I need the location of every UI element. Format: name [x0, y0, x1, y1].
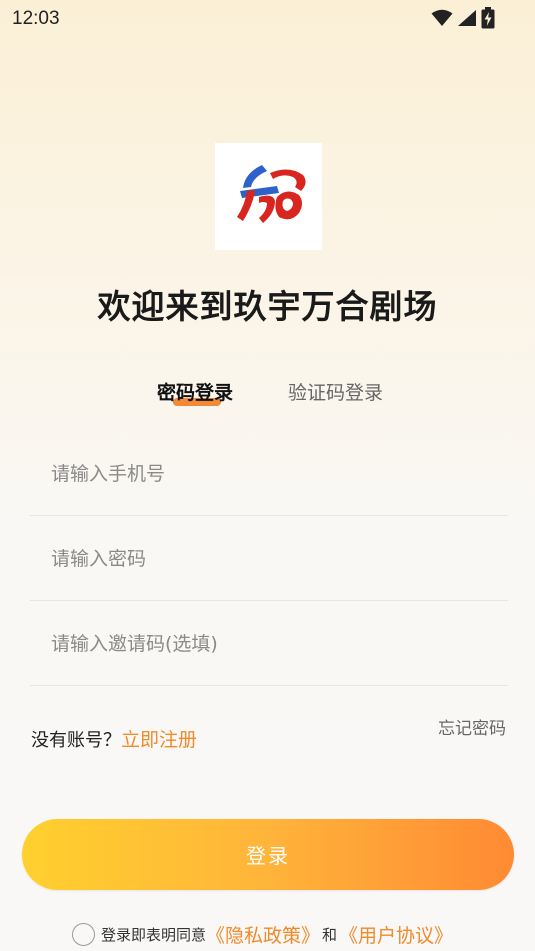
invite-code-input[interactable] — [51, 626, 491, 662]
agreement-prefix: 登录即表明同意 — [101, 925, 207, 944]
tab-password-login-label: 密码登录 — [157, 382, 234, 404]
welcome-title: 欢迎来到玖宇万合剧场 — [97, 287, 438, 326]
cellular-signal-icon — [458, 10, 476, 26]
status-bar: 12:03 — [0, 0, 535, 38]
agreement-checkbox[interactable] — [72, 922, 95, 946]
phone-input[interactable] — [51, 456, 491, 492]
register-link[interactable]: 立即注册 — [121, 729, 197, 751]
battery-charging-icon — [481, 7, 495, 29]
register-prompt-text: 没有账号？ — [31, 730, 121, 751]
password-input[interactable] — [51, 541, 491, 577]
user-agreement-link[interactable]: 《用户协议》 — [339, 921, 453, 948]
agreement-row: 登录即表明同意 《隐私政策》 和 《用户协议》 — [72, 920, 453, 948]
phone-field — [30, 432, 508, 516]
login-button[interactable]: 登录 — [22, 819, 514, 890]
wanhe-logo-icon — [237, 165, 306, 223]
password-field — [30, 517, 508, 601]
invite-code-field — [30, 602, 508, 686]
status-icons — [431, 7, 495, 29]
agreement-and: 和 — [322, 925, 338, 944]
forgot-password-link[interactable]: 忘记密码 — [438, 714, 506, 739]
status-time: 12:03 — [12, 8, 60, 29]
register-prompt: 没有账号？立即注册 — [31, 725, 197, 752]
app-logo — [215, 143, 322, 250]
tab-password-login[interactable]: 密码登录 — [157, 378, 233, 405]
privacy-policy-link[interactable]: 《隐私政策》 — [206, 921, 320, 948]
login-button-label: 登录 — [246, 844, 290, 868]
wifi-icon — [431, 9, 453, 26]
tab-verification-code-login-label: 验证码登录 — [288, 382, 384, 404]
tab-verification-code-login[interactable]: 验证码登录 — [288, 378, 383, 405]
